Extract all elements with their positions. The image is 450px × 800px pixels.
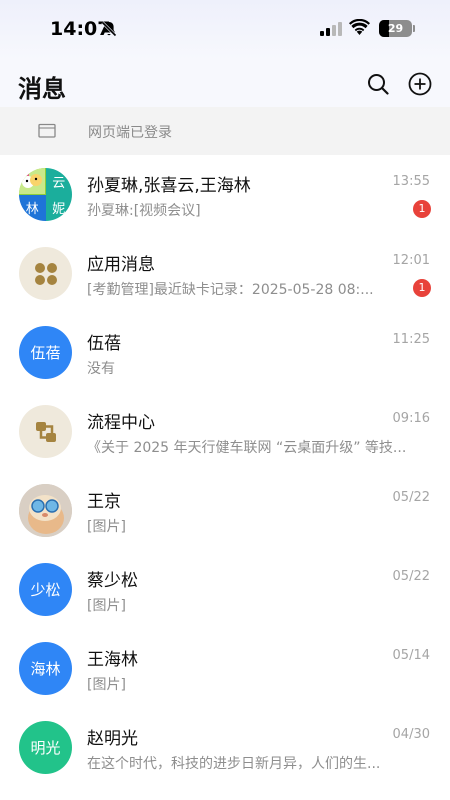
avatar: 伍蓓: [19, 326, 72, 379]
avatar-tile: 云: [45, 168, 72, 195]
chat-preview: [图片]: [87, 598, 126, 614]
page-title: 消息: [18, 75, 66, 103]
status-bar: 14:07 29: [0, 0, 450, 60]
computer-icon: [38, 123, 56, 138]
chat-item[interactable]: 应用消息 12:01 [考勤管理]最近缺卡记录：2025-05-28 08:..…: [0, 234, 450, 313]
header: 消息: [0, 60, 450, 107]
search-icon[interactable]: [366, 72, 390, 96]
chat-preview: 没有: [87, 361, 115, 377]
chat-preview: 在这个时代，科技的进步日新月异，人们的生...: [87, 756, 381, 772]
chat-item[interactable]: 伍蓓 伍蓓 11:25 没有: [0, 313, 450, 392]
chat-name: 应用消息: [87, 255, 155, 275]
web-login-text: 网页端已登录: [88, 125, 172, 141]
chat-preview: 孙夏琳:[视频会议]: [87, 203, 201, 219]
avatar-tile: 妮: [45, 194, 72, 221]
chat-name: 流程中心: [87, 413, 155, 433]
apps-icon: [34, 262, 57, 285]
chat-time: 05/22: [392, 569, 430, 584]
workflow-icon: [35, 421, 56, 442]
unread-badge: 1: [413, 279, 431, 297]
chat-preview: [图片]: [87, 519, 126, 535]
chat-name: 赵明光: [87, 729, 138, 749]
chat-time: 05/14: [392, 648, 430, 663]
avatar-tile: 林: [19, 194, 46, 221]
photo-image: [19, 484, 72, 537]
battery-level: 29: [387, 22, 404, 35]
workflow-avatar: [19, 405, 72, 458]
avatar: 明光: [19, 721, 72, 774]
cartoon-image: [19, 168, 46, 195]
chat-time: 11:25: [392, 332, 430, 347]
bell-off-icon: [101, 21, 117, 37]
chat-name: 蔡少松: [87, 571, 138, 591]
chat-item[interactable]: 云 林 妮 孙夏琳,张喜云,王海林 13:55 孙夏琳:[视频会议] 1: [0, 155, 450, 234]
wifi-icon: [349, 19, 370, 35]
chat-item[interactable]: 少松 蔡少松 05/22 [图片]: [0, 550, 450, 629]
chat-time: 12:01: [392, 253, 430, 268]
chat-name: 王京: [87, 492, 121, 512]
chat-name: 伍蓓: [87, 334, 121, 354]
chat-time: 05/22: [392, 490, 430, 505]
battery-cap: [413, 25, 415, 32]
chat-item[interactable]: 流程中心 09:16 《关于 2025 年天行健车联网 “云桌面升级” 等技..…: [0, 392, 450, 471]
add-icon[interactable]: [408, 72, 432, 96]
chat-list: 云 林 妮 孙夏琳,张喜云,王海林 13:55 孙夏琳:[视频会议] 1 应用消…: [0, 155, 450, 787]
chat-name: 孙夏琳,张喜云,王海林: [87, 176, 251, 196]
group-avatar: 云 林 妮: [19, 168, 72, 221]
chat-item[interactable]: 王京 05/22 [图片]: [0, 471, 450, 550]
chat-name: 王海林: [87, 650, 138, 670]
signal-icon: [320, 21, 342, 36]
chat-preview: [考勤管理]最近缺卡记录：2025-05-28 08:...: [87, 282, 374, 298]
chat-time: 09:16: [392, 411, 430, 426]
chat-preview: [图片]: [87, 677, 126, 693]
chat-item[interactable]: 海林 王海林 05/14 [图片]: [0, 629, 450, 708]
avatar-cartoon-tile: [19, 168, 46, 195]
chat-item[interactable]: 明光 赵明光 04/30 在这个时代，科技的进步日新月异，人们的生...: [0, 708, 450, 787]
apps-avatar: [19, 247, 72, 300]
chat-time: 04/30: [392, 727, 430, 742]
chat-preview: 《关于 2025 年天行健车联网 “云桌面升级” 等技...: [87, 440, 407, 456]
unread-badge: 1: [413, 200, 431, 218]
web-login-banner[interactable]: 网页端已登录: [0, 107, 450, 155]
chat-time: 13:55: [392, 174, 430, 189]
avatar: 海林: [19, 642, 72, 695]
photo-avatar: [19, 484, 72, 537]
battery-icon: 29: [379, 20, 412, 37]
avatar: 少松: [19, 563, 72, 616]
